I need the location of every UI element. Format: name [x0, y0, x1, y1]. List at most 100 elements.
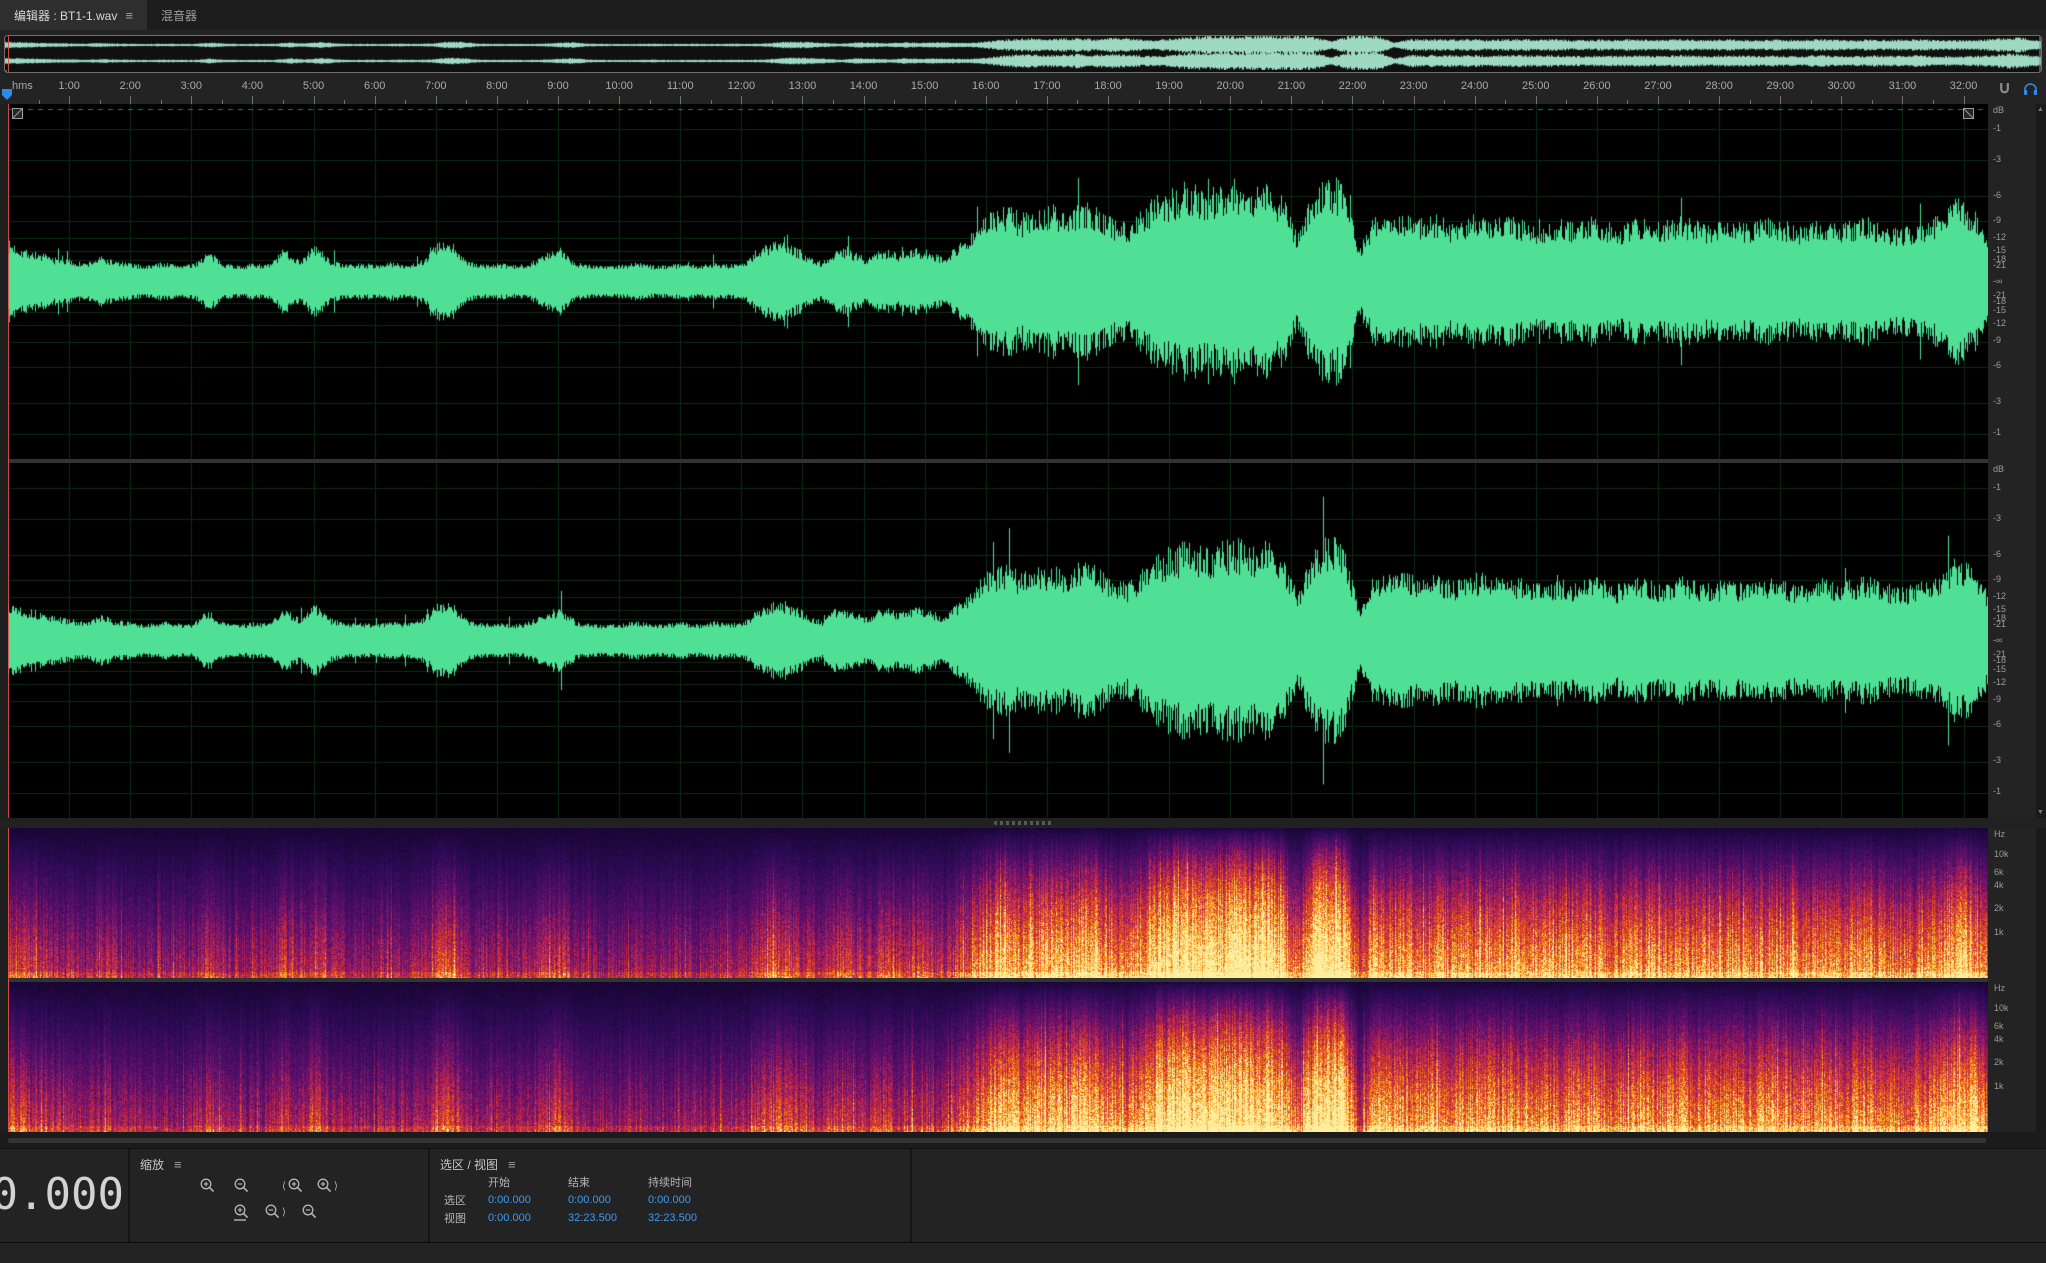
vertical-scrollbar[interactable]: ▲ ▼: [2036, 104, 2046, 818]
db-scale-label: -6: [1993, 719, 2001, 729]
zoom-out-at-point-button[interactable]: ⟩: [258, 1201, 292, 1224]
db-scale-label: -12: [1993, 591, 2006, 601]
zoom-panel: 缩放 ≡ ⟨⟩⟩: [130, 1149, 428, 1243]
zoom-in-button[interactable]: [190, 1175, 224, 1198]
db-scale-label: -21: [1993, 649, 2006, 659]
ruler-tick: [375, 96, 376, 104]
ruler-tick: [1475, 96, 1476, 104]
db-scale-label: -21: [1993, 290, 2006, 300]
ruler-tick-label: 18:00: [1094, 80, 1122, 92]
ruler-tick-label: 15:00: [911, 80, 939, 92]
current-time-display[interactable]: 0:00.000: [0, 1149, 124, 1241]
status-bar: [0, 1242, 2046, 1263]
db-scale-label: -1: [1993, 123, 2001, 133]
db-scale-label: -9: [1993, 694, 2001, 704]
ruler-tick: [1230, 96, 1231, 104]
zoom-reset-button[interactable]: [292, 1201, 326, 1224]
zoom-to-selection-button[interactable]: [224, 1201, 258, 1224]
headphone-monitor-icon[interactable]: [2023, 82, 2038, 99]
overview-waveform[interactable]: [5, 36, 2041, 70]
db-scale-label: -12: [1993, 232, 2006, 242]
zoom-in-at-out-point-button[interactable]: ⟩: [310, 1175, 344, 1198]
row-view-label: 视图: [444, 1210, 488, 1226]
channel-divider[interactable]: [8, 459, 1988, 463]
ruler-tick: [1047, 96, 1048, 104]
ruler-tick: [986, 96, 987, 104]
waveform-channel-right[interactable]: [8, 463, 1988, 818]
ruler-tick: [680, 96, 681, 104]
ruler-tick: [436, 96, 437, 104]
spectrogram-channel-left[interactable]: [8, 828, 1988, 978]
view-start-value[interactable]: 0:00.000: [488, 1212, 568, 1224]
spectral-display-area: Hz10k6k4k2k1k Hz10k6k4k2k1k: [0, 828, 2046, 1132]
col-start-header: 开始: [488, 1174, 568, 1190]
ruler-tick: [1719, 96, 1720, 104]
frequency-scale[interactable]: Hz10k6k4k2k1k Hz10k6k4k2k1k: [1988, 828, 2036, 1132]
ruler-tick-label: 8:00: [486, 80, 507, 92]
hz-scale-label: 10k: [1994, 1003, 2009, 1013]
hz-scale-label: 6k: [1994, 867, 2004, 877]
ruler-tick: [130, 96, 131, 104]
timeline-ruler[interactable]: hms 1:002:003:004:005:006:007:008:009:00…: [0, 76, 2046, 105]
ruler-tick-label: 13:00: [789, 80, 817, 92]
hz-scale-label: 10k: [1994, 849, 2009, 859]
ruler-tick: [741, 96, 742, 104]
tab-mixer[interactable]: 混音器: [147, 0, 211, 30]
db-scale-label: -6: [1993, 190, 2001, 200]
db-scale-label: -3: [1993, 513, 2001, 523]
selection-panel-menu-icon[interactable]: ≡: [508, 1157, 516, 1172]
playhead-marker[interactable]: [2, 89, 13, 101]
ruler-tick-label: 5:00: [303, 80, 324, 92]
ruler-tick: [497, 96, 498, 104]
ruler-tick: [619, 96, 620, 104]
ruler-tick-label: 24:00: [1461, 80, 1489, 92]
ruler-tick: [1169, 96, 1170, 104]
ruler-tick-label: 25:00: [1522, 80, 1550, 92]
audition-window: 编辑器 : BT1-1.wav ≡ 混音器 hms 1:002:003:004:…: [0, 0, 2046, 1263]
ruler-tick-label: 26:00: [1583, 80, 1611, 92]
db-scale-label: -∞: [1993, 635, 2002, 645]
ruler-tick: [191, 96, 192, 104]
row-selection-label: 选区: [444, 1192, 488, 1208]
ruler-tick: [1536, 96, 1537, 104]
hz-scale-label: 2k: [1994, 1057, 2004, 1067]
magnet-snap-icon[interactable]: [1998, 82, 2011, 99]
ruler-tick-label: 4:00: [242, 80, 263, 92]
divider-grip[interactable]: [994, 821, 1052, 825]
zoom-panel-title: 缩放: [140, 1156, 164, 1173]
ruler-tick: [1291, 96, 1292, 104]
db-scale-label: -21: [1993, 260, 2006, 270]
zoom-panel-menu-icon[interactable]: ≡: [174, 1157, 182, 1172]
corner-handle-icon[interactable]: [1963, 108, 1974, 119]
scroll-up-icon[interactable]: ▲: [2037, 106, 2044, 113]
tab-editor-label: 编辑器 : BT1-1.wav: [14, 7, 117, 24]
db-amplitude-scale[interactable]: dB-1-1-3-3-6-6-9-9-12-12-15-15-18-18-21-…: [1988, 104, 2036, 818]
overview-range-bar[interactable]: [4, 35, 2042, 73]
horizontal-scroll-area[interactable]: [0, 1132, 2046, 1148]
wave-spectral-divider[interactable]: [0, 818, 2046, 828]
selection-end-value[interactable]: 0:00.000: [568, 1194, 648, 1206]
playhead-line: [8, 104, 9, 818]
zoom-out-button[interactable]: [224, 1175, 258, 1198]
selection-view-panel: 选区 / 视图 ≡ 开始 结束 持续时间 选区 0:00.000 0:00.00…: [430, 1149, 910, 1243]
db-scale-label: -12: [1993, 318, 2006, 328]
view-end-value[interactable]: 32:23.500: [568, 1212, 648, 1224]
scroll-down-icon[interactable]: ▼: [2037, 809, 2044, 816]
bottom-panel-strip: 0:00.000 缩放 ≡ ⟨⟩⟩ 选区 / 视图 ≡ 开始 结束 持续时间 选…: [0, 1148, 2046, 1243]
tab-mixer-label: 混音器: [161, 7, 197, 24]
panel-tab-bar: 编辑器 : BT1-1.wav ≡ 混音器: [0, 0, 2046, 30]
panel-menu-icon[interactable]: ≡: [125, 8, 133, 23]
spectrogram-channel-right[interactable]: [8, 982, 1988, 1132]
waveform-channel-left[interactable]: [8, 104, 1988, 459]
ruler-tick: [1352, 96, 1353, 104]
corner-handle-icon[interactable]: [12, 108, 23, 119]
ruler-tick-label: 22:00: [1339, 80, 1367, 92]
selection-start-value[interactable]: 0:00.000: [488, 1194, 568, 1206]
selection-duration-value[interactable]: 0:00.000: [648, 1194, 748, 1206]
zoom-in-at-in-point-button[interactable]: ⟨: [276, 1175, 310, 1198]
view-duration-value[interactable]: 32:23.500: [648, 1212, 748, 1224]
vertical-scrollbar-spectral[interactable]: [2036, 828, 2046, 1132]
ruler-tick: [1414, 96, 1415, 104]
horizontal-scroll-thumb[interactable]: [8, 1138, 1986, 1143]
tab-editor[interactable]: 编辑器 : BT1-1.wav ≡: [0, 0, 147, 30]
